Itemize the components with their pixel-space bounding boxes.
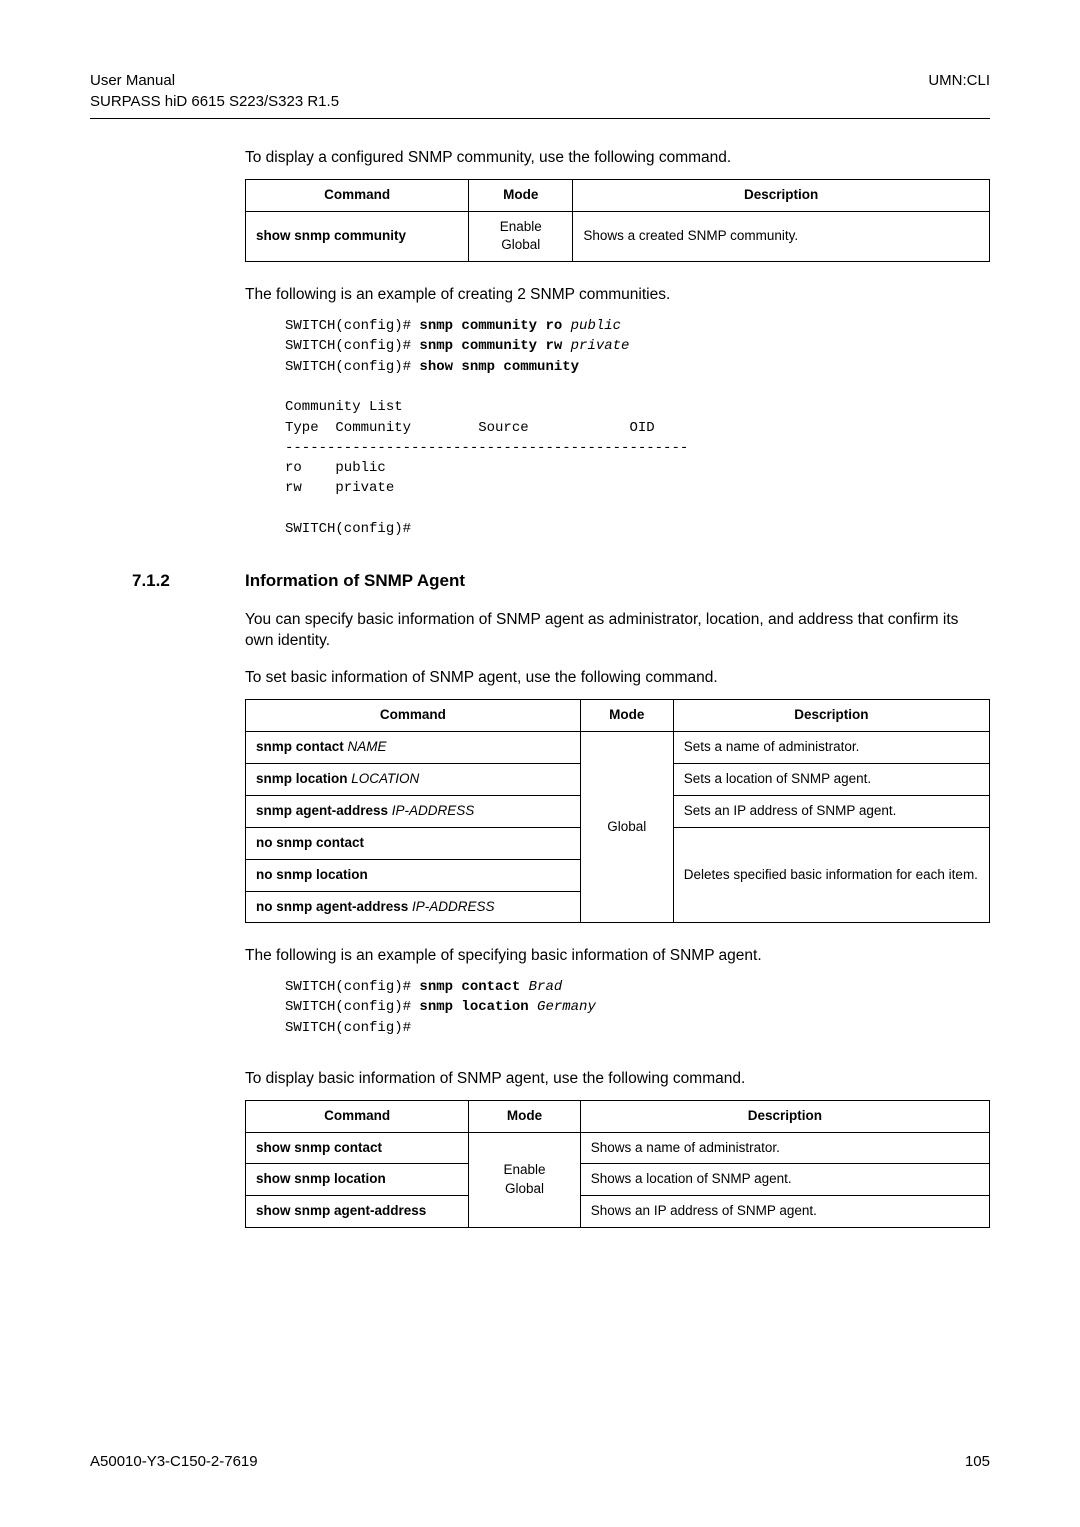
header-divider <box>90 118 990 119</box>
cell-command: no snmp agent-address IP-ADDRESS <box>246 891 581 923</box>
mode-line: Enable <box>503 1162 545 1177</box>
cli-prompt: SWITCH(config)# <box>285 979 419 995</box>
cell-mode: Enable Global <box>469 1132 581 1228</box>
command-table-2: Command Mode Description snmp contact NA… <box>245 699 990 923</box>
header-left-line1: User Manual <box>90 72 175 89</box>
header-left-line2: SURPASS hiD 6615 S223/S323 R1.5 <box>90 93 339 110</box>
cell-description: Shows a created SNMP community. <box>573 211 990 262</box>
table-header-command: Command <box>246 1100 469 1132</box>
header-left: User Manual SURPASS hiD 6615 S223/S323 R… <box>90 70 339 112</box>
cell-description: Shows a location of SNMP agent. <box>580 1164 989 1196</box>
mode-line: Global <box>505 1181 544 1196</box>
paragraph: You can specify basic information of SNM… <box>245 609 990 652</box>
cell-description: Shows an IP address of SNMP agent. <box>580 1196 989 1228</box>
cli-command: show snmp community <box>419 359 579 375</box>
cli-prompt: SWITCH(config)# <box>285 318 419 334</box>
header-right: UMN:CLI <box>928 70 990 112</box>
page-footer: A50010-Y3-C150-2-7619 105 <box>90 1451 990 1472</box>
table-row: Command Mode Description <box>246 179 990 211</box>
cli-line: Community List <box>285 399 403 415</box>
section-number: 7.1.2 <box>90 569 245 593</box>
cell-command: no snmp location <box>246 859 581 891</box>
table-row: show snmp contact Enable Global Shows a … <box>246 1132 990 1164</box>
footer-left: A50010-Y3-C150-2-7619 <box>90 1451 258 1472</box>
page-header: User Manual SURPASS hiD 6615 S223/S323 R… <box>90 70 990 112</box>
cell-mode: Global <box>580 732 673 923</box>
paragraph: The following is an example of specifyin… <box>245 945 990 967</box>
cell-command: show snmp location <box>246 1164 469 1196</box>
table-row: snmp contact NAME Global Sets a name of … <box>246 732 990 764</box>
cli-arg: Germany <box>529 999 596 1015</box>
cell-description: Deletes specified basic information for … <box>673 827 989 923</box>
cell-mode: Enable Global <box>469 211 573 262</box>
table-header-description: Description <box>580 1100 989 1132</box>
table-header-command: Command <box>246 700 581 732</box>
paragraph: The following is an example of creating … <box>245 284 990 306</box>
cli-example-1: SWITCH(config)# snmp community ro public… <box>285 316 990 539</box>
cell-command: snmp location LOCATION <box>246 763 581 795</box>
table-row: Command Mode Description <box>246 1100 990 1132</box>
cli-arg: Brad <box>520 979 562 995</box>
cmd-ital: IP-ADDRESS <box>408 899 494 914</box>
cli-prompt: SWITCH(config)# <box>285 359 419 375</box>
section-heading: 7.1.2 Information of SNMP Agent <box>90 569 990 593</box>
mode-line: Global <box>501 237 540 252</box>
cell-description: Sets a location of SNMP agent. <box>673 763 989 795</box>
paragraph: To display basic information of SNMP age… <box>245 1068 990 1090</box>
mode-line: Enable <box>500 219 542 234</box>
cli-prompt: SWITCH(config)# <box>285 521 411 537</box>
cell-command: show snmp community <box>246 211 469 262</box>
cell-description: Sets a name of administrator. <box>673 732 989 764</box>
cell-command: show snmp agent-address <box>246 1196 469 1228</box>
cli-arg: private <box>562 338 629 354</box>
cell-description: Shows a name of administrator. <box>580 1132 989 1164</box>
cli-prompt: SWITCH(config)# <box>285 338 419 354</box>
cmd-ital: NAME <box>344 739 387 754</box>
table-header-mode: Mode <box>469 1100 581 1132</box>
cli-prompt: SWITCH(config)# <box>285 999 419 1015</box>
command-table-3: Command Mode Description show snmp conta… <box>245 1100 990 1229</box>
cmd-bold: snmp location <box>256 771 348 786</box>
table-header-description: Description <box>673 700 989 732</box>
table-row: Command Mode Description <box>246 700 990 732</box>
paragraph: To set basic information of SNMP agent, … <box>245 667 990 689</box>
cell-description: Sets an IP address of SNMP agent. <box>673 795 989 827</box>
cmd-ital: LOCATION <box>348 771 420 786</box>
table-header-description: Description <box>573 179 990 211</box>
cmd-bold: no snmp agent-address <box>256 899 408 914</box>
table-header-mode: Mode <box>469 179 573 211</box>
table-row: show snmp community Enable Global Shows … <box>246 211 990 262</box>
cli-command: snmp community ro <box>419 318 562 334</box>
cli-line: ----------------------------------------… <box>285 440 688 456</box>
cli-line: rw private <box>285 480 394 496</box>
table-row: show snmp agent-address Shows an IP addr… <box>246 1196 990 1228</box>
cell-command: no snmp contact <box>246 827 581 859</box>
cli-prompt: SWITCH(config)# <box>285 1020 411 1036</box>
paragraph: To display a configured SNMP community, … <box>245 147 990 169</box>
cli-command: snmp community rw <box>419 338 562 354</box>
cell-command: snmp contact NAME <box>246 732 581 764</box>
command-table-1: Command Mode Description show snmp commu… <box>245 179 990 263</box>
cmd-ital: IP-ADDRESS <box>388 803 474 818</box>
cmd-bold: snmp agent-address <box>256 803 388 818</box>
cli-example-2: SWITCH(config)# snmp contact Brad SWITCH… <box>285 977 990 1038</box>
cli-command: snmp contact <box>419 979 520 995</box>
cli-line: Type Community Source OID <box>285 420 655 436</box>
cell-command: snmp agent-address IP-ADDRESS <box>246 795 581 827</box>
cli-arg: public <box>562 318 621 334</box>
cmd-bold: snmp contact <box>256 739 344 754</box>
section-title: Information of SNMP Agent <box>245 569 465 593</box>
cli-command: snmp location <box>419 999 528 1015</box>
table-row: show snmp location Shows a location of S… <box>246 1164 990 1196</box>
cell-command: show snmp contact <box>246 1132 469 1164</box>
footer-page-number: 105 <box>965 1451 990 1472</box>
table-header-command: Command <box>246 179 469 211</box>
cli-line: ro public <box>285 460 386 476</box>
table-header-mode: Mode <box>580 700 673 732</box>
